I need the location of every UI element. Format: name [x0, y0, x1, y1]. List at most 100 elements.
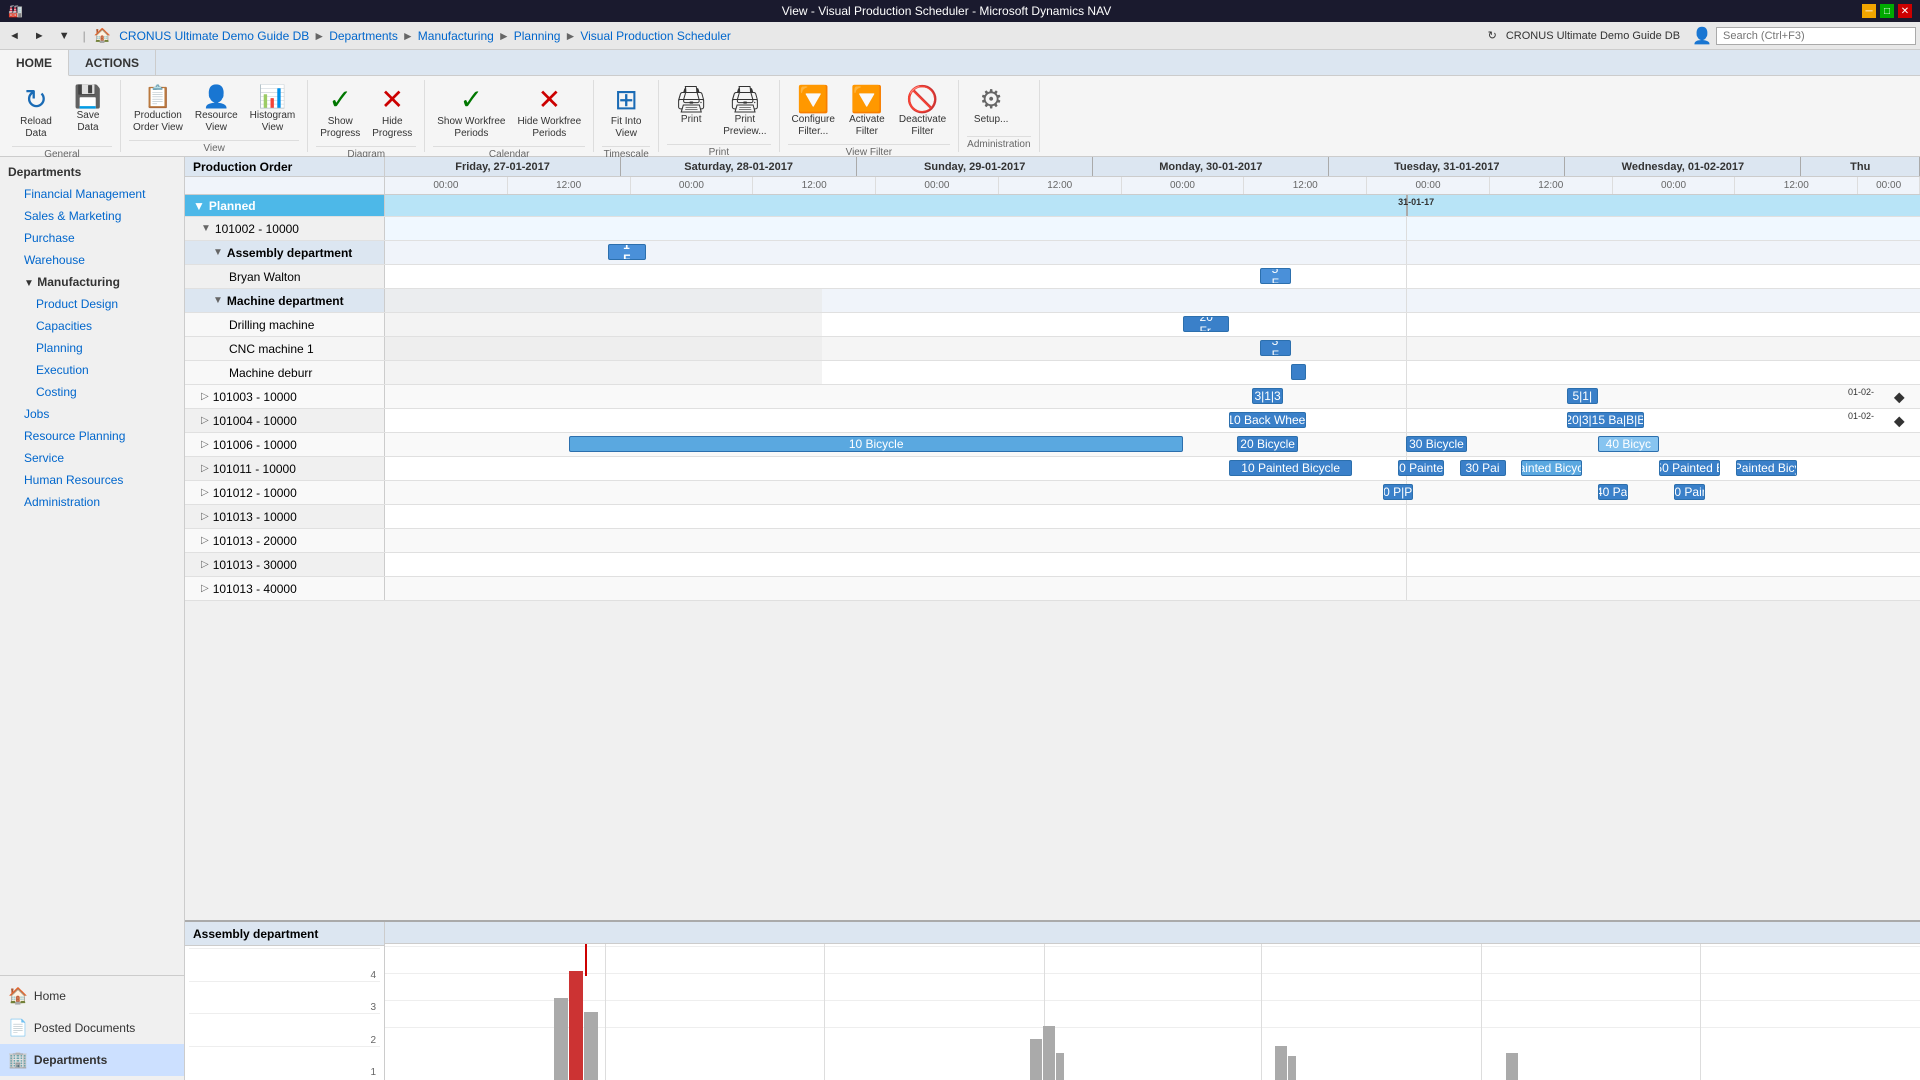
- gantt-block-101003-2[interactable]: 5|1|: [1567, 388, 1598, 404]
- gantt-block-101006-3[interactable]: 30 Bicycle: [1406, 436, 1467, 452]
- hide-workfree-icon: ✕: [538, 86, 561, 114]
- breadcrumb-departments[interactable]: Departments: [329, 29, 398, 43]
- dropdown-button[interactable]: ▼: [54, 27, 75, 45]
- maximize-button[interactable]: □: [1880, 4, 1894, 18]
- sidebar-item-planning[interactable]: Planning: [0, 337, 184, 359]
- gantt-block-101003-1[interactable]: 3|1|3: [1252, 388, 1283, 404]
- gantt-block-deburr-1[interactable]: [1291, 364, 1306, 380]
- sidebar-item-financial[interactable]: Financial Management: [0, 183, 184, 205]
- gantt-row-101012[interactable]: ▷ 101012 - 10000 1|20|30 P|Pain|Pa 40 Pa…: [185, 481, 1920, 505]
- gantt-block-101011-4[interactable]: Painted Bicycle: [1521, 460, 1582, 476]
- sidebar-item-manufacturing[interactable]: ▼ Manufacturing: [0, 271, 184, 293]
- back-button[interactable]: ◄: [4, 27, 25, 45]
- sidebar-item-costing[interactable]: Costing: [0, 381, 184, 403]
- gantt-row-101006[interactable]: ▷ 101006 - 10000 10 Bicycle 20 Bicycle 3…: [185, 433, 1920, 457]
- gantt-row-assembly-dept[interactable]: ▼ Assembly department 1F: [185, 241, 1920, 265]
- gantt-block-bryan-1[interactable]: 5F: [1260, 268, 1291, 284]
- resource-view-button[interactable]: 👤 ResourceView: [191, 84, 242, 136]
- home-label: Home: [34, 989, 66, 1003]
- ribbon-content: ↻ ReloadData 💾 SaveData General 📋 Produc…: [0, 76, 1920, 156]
- fit-into-view-button[interactable]: ⊞ Fit IntoView: [602, 84, 650, 142]
- print-button[interactable]: 🖨 Print: [667, 84, 715, 128]
- gantt-block-drilling-1[interactable]: 20Fr: [1183, 316, 1229, 332]
- sidebar-item-resource-planning[interactable]: Resource Planning: [0, 425, 184, 447]
- breadcrumb-planning[interactable]: Planning: [514, 29, 561, 43]
- gantt-row-101013-40000[interactable]: ▷ 101013 - 40000: [185, 577, 1920, 601]
- configure-filter-button[interactable]: 🔽 ConfigureFilter...: [788, 84, 839, 140]
- show-progress-button[interactable]: ✓ ShowProgress: [316, 84, 364, 142]
- breadcrumb-manufacturing[interactable]: Manufacturing: [418, 29, 494, 43]
- gantt-row-101011[interactable]: ▷ 101011 - 10000 10 Painted Bicycle 20 P…: [185, 457, 1920, 481]
- sidebar-item-purchase[interactable]: Purchase: [0, 227, 184, 249]
- gantt-row-deburr[interactable]: Machine deburr: [185, 361, 1920, 385]
- gantt-row-101013-30000[interactable]: ▷ 101013 - 30000: [185, 553, 1920, 577]
- search-input[interactable]: [1716, 27, 1916, 45]
- sidebar-bottom-home[interactable]: 🏠 Home: [0, 980, 184, 1012]
- activate-filter-button[interactable]: 🔽 ActivateFilter: [843, 84, 891, 140]
- sidebar-item-product-design[interactable]: Product Design: [0, 293, 184, 315]
- time-slot-sun-00: 00:00: [876, 177, 999, 194]
- sidebar-item-capacities[interactable]: Capacities: [0, 315, 184, 337]
- hide-workfree-button[interactable]: ✕ Hide WorkfreePeriods: [513, 84, 585, 142]
- gantt-row-cnc1[interactable]: CNC machine 1 3F: [185, 337, 1920, 361]
- gantt-row-101013-20000[interactable]: ▷ 101013 - 20000: [185, 529, 1920, 553]
- sidebar-item-service[interactable]: Service: [0, 447, 184, 469]
- minimize-button[interactable]: ─: [1862, 4, 1876, 18]
- sidebar-item-jobs[interactable]: Jobs: [0, 403, 184, 425]
- print-preview-button[interactable]: 🖨 PrintPreview...: [719, 84, 770, 140]
- gantt-block-101006-2[interactable]: 20 Bicycle: [1237, 436, 1298, 452]
- gantt-block-101004-2[interactable]: 20|3|15 Ba|B|B: [1567, 412, 1644, 428]
- gantt-row-drilling[interactable]: Drilling machine 20Fr: [185, 313, 1920, 337]
- gantt-row-machine-dept[interactable]: ▼ Machine department: [185, 289, 1920, 313]
- resource-view-icon: 👤: [203, 86, 230, 108]
- gantt-block-101011-1[interactable]: 10 Painted Bicycle: [1229, 460, 1352, 476]
- gantt-row-bryan-walton[interactable]: Bryan Walton 5F: [185, 265, 1920, 289]
- production-order-view-button[interactable]: 📋 ProductionOrder View: [129, 84, 187, 136]
- hide-progress-button[interactable]: ✕ HideProgress: [368, 84, 416, 142]
- save-data-button[interactable]: 💾 SaveData: [64, 84, 112, 136]
- tab-actions[interactable]: ACTIONS: [69, 50, 156, 75]
- deactivate-filter-button[interactable]: 🚫 DeactivateFilter: [895, 84, 950, 140]
- gantt-block-101011-5[interactable]: 50 Painted B: [1659, 460, 1720, 476]
- gantt-block-assembly-1[interactable]: 1F: [608, 244, 646, 260]
- gantt-block-101012-2[interactable]: 40 Pai: [1598, 484, 1629, 500]
- breadcrumb-db[interactable]: CRONUS Ultimate Demo Guide DB: [119, 29, 309, 43]
- setup-button[interactable]: ⚙ Setup...: [967, 84, 1015, 128]
- forward-button[interactable]: ►: [29, 27, 50, 45]
- sidebar-item-warehouse[interactable]: Warehouse: [0, 249, 184, 271]
- activate-filter-icon: 🔽: [851, 86, 883, 112]
- gantt-block-101011-6[interactable]: 60 Painted Bicycle: [1736, 460, 1797, 476]
- sidebar-item-human-resources[interactable]: Human Resources: [0, 469, 184, 491]
- row-timeline-deburr: [385, 361, 1920, 384]
- tab-home[interactable]: HOME: [0, 50, 69, 76]
- breadcrumb-vps[interactable]: Visual Production Scheduler: [580, 29, 731, 43]
- gantt-block-cnc-1[interactable]: 3F: [1260, 340, 1291, 356]
- gantt-row-101004[interactable]: ▷ 101004 - 10000 10 Back Wheel 20|3|15 B…: [185, 409, 1920, 433]
- sidebar-bottom-departments[interactable]: 🏢 Departments: [0, 1044, 184, 1076]
- gantt-body: ▼ Planned 31-01-17 ▼ 101002 - 10000: [185, 195, 1920, 920]
- gantt-block-101011-3[interactable]: 30 Pai: [1460, 460, 1506, 476]
- show-workfree-button[interactable]: ✓ Show WorkfreePeriods: [433, 84, 509, 142]
- gantt-row-planned[interactable]: ▼ Planned 31-01-17: [185, 195, 1920, 217]
- gantt-row-101003[interactable]: ▷ 101003 - 10000 3|1|3 5|1| ◆ 01-02-: [185, 385, 1920, 409]
- refresh-button[interactable]: ↻: [1483, 26, 1502, 45]
- gantt-row-101013-10000[interactable]: ▷ 101013 - 10000: [185, 505, 1920, 529]
- production-order-view-icon: 📋: [144, 86, 171, 108]
- gantt-block-101012-1[interactable]: 1|20|30 P|Pain|Pa: [1383, 484, 1414, 500]
- gantt-block-101004-1[interactable]: 10 Back Wheel: [1229, 412, 1306, 428]
- gantt-block-101006-1[interactable]: 10 Bicycle: [569, 436, 1183, 452]
- sidebar-item-execution[interactable]: Execution: [0, 359, 184, 381]
- gantt-block-101006-4[interactable]: 40 Bicyc: [1598, 436, 1659, 452]
- reload-data-button[interactable]: ↻ ReloadData: [12, 84, 60, 142]
- close-button[interactable]: ✕: [1898, 4, 1912, 18]
- gantt-block-101011-2[interactable]: 20 Painted: [1398, 460, 1444, 476]
- time-slot-mon-00: 00:00: [1122, 177, 1245, 194]
- ribbon-group-timescale: ⊞ Fit IntoView Timescale: [594, 80, 659, 152]
- gantt-row-101002[interactable]: ▼ 101002 - 10000: [185, 217, 1920, 241]
- gantt-block-101012-3[interactable]: 50 Paint: [1674, 484, 1705, 500]
- day-header-sat: Saturday, 28-01-2017: [621, 157, 857, 176]
- sidebar-item-administration[interactable]: Administration: [0, 491, 184, 513]
- sidebar-bottom-posted-docs[interactable]: 📄 Posted Documents: [0, 1012, 184, 1044]
- histogram-view-button[interactable]: 📊 HistogramView: [246, 84, 300, 136]
- sidebar-item-sales[interactable]: Sales & Marketing: [0, 205, 184, 227]
